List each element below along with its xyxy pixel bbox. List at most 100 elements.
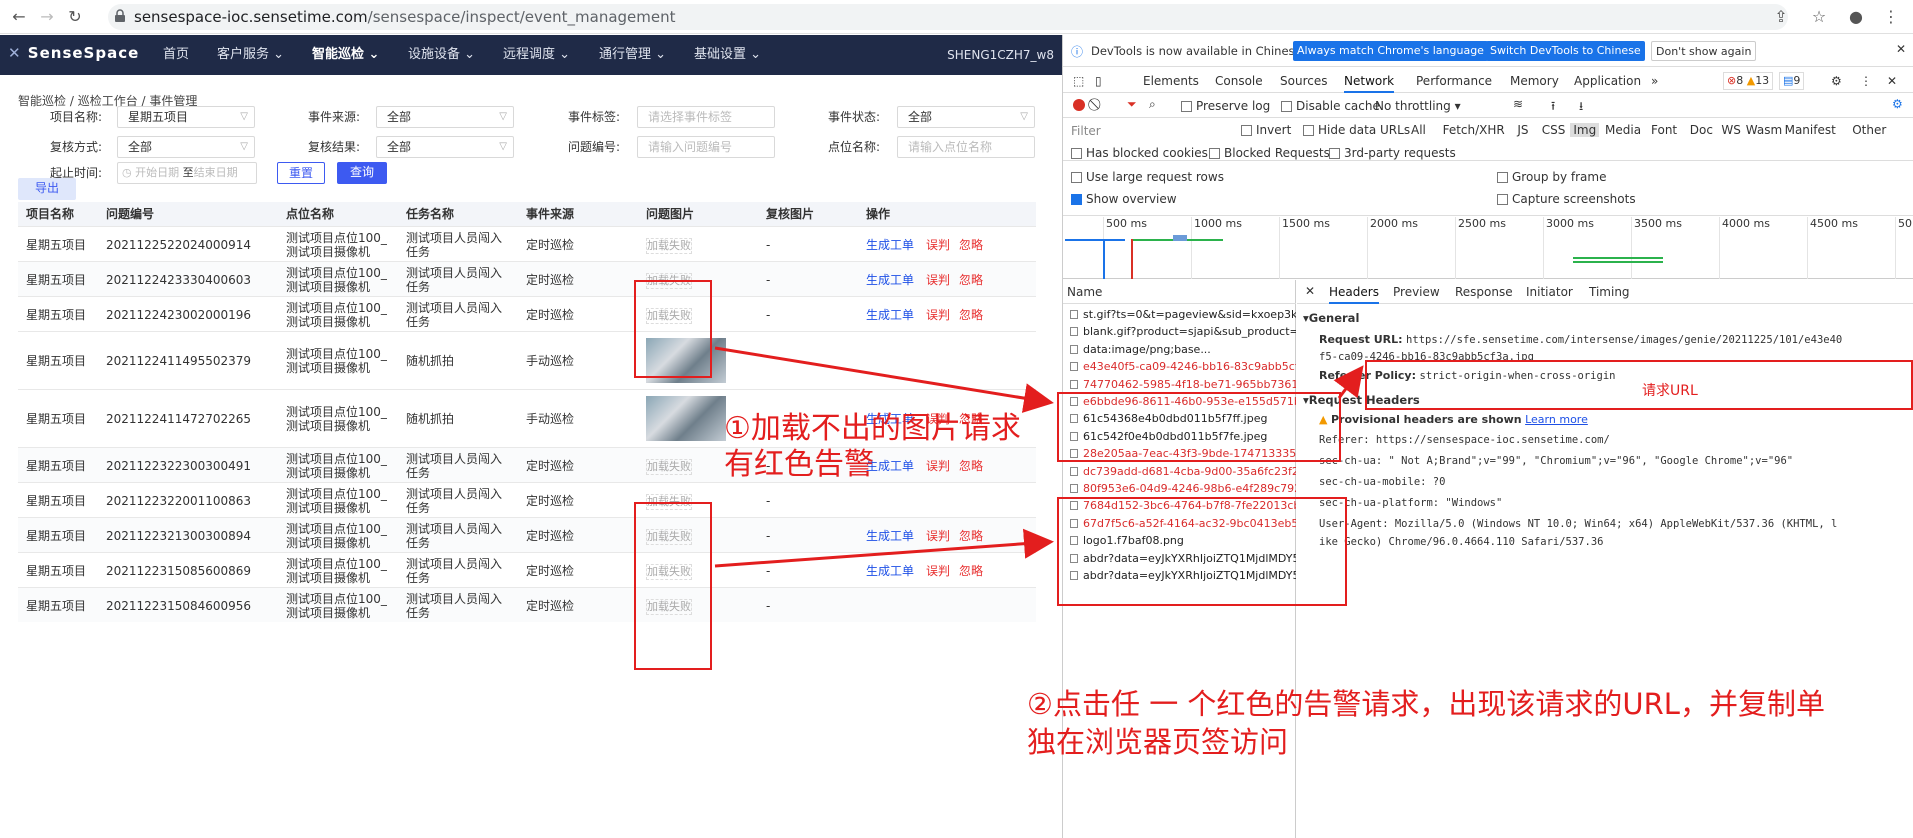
review-select[interactable]: 全部 ▽ [117,136,255,158]
upload-icon[interactable]: ⭱ [1551,97,1555,118]
more-tabs-icon[interactable]: » [1651,69,1658,93]
tab-memory[interactable]: Memory [1510,69,1559,93]
preserve-log-checkbox[interactable]: Preserve log [1181,99,1270,113]
misjudge-link[interactable]: 误判 [926,238,950,252]
type-filter-other[interactable]: Other [1849,123,1889,137]
address-bar[interactable]: sensespace-ioc.sensetime.com/sensespace/… [108,4,1788,30]
close-devtools-icon[interactable]: ✕ [1887,69,1897,93]
type-filter-fetch-xhr[interactable]: Fetch/XHR [1440,123,1508,137]
point-input[interactable]: 请输入点位名称 [897,136,1035,158]
network-overview[interactable]: 500 ms 1000 ms 1500 ms 2000 ms 2500 ms 3000 m… [1063,217,1913,279]
ignore-link[interactable]: 忽略 [959,529,983,543]
issue-counts[interactable]: ⊗8 ▲13 [1723,72,1774,90]
device-icon[interactable]: ▯ [1095,69,1102,93]
learn-more-link[interactable]: Learn more [1525,413,1588,426]
misjudge-link[interactable]: 误判 [926,273,950,287]
misjudge-link[interactable]: 误判 [926,308,950,322]
user-name[interactable]: SHENG1CZH7_w8 [947,35,1054,75]
blocked-cookies-checkbox[interactable]: Has blocked cookies [1071,146,1208,160]
type-filter-js[interactable]: JS [1514,123,1531,137]
request-row[interactable]: data:image/png;base... [1063,341,1296,358]
nav-access[interactable]: 通行管理 ⌄ [599,35,666,75]
type-filter-media[interactable]: Media [1602,123,1644,137]
query-button[interactable]: 查询 [337,162,387,184]
type-filter-manifest[interactable]: Manifest [1782,123,1839,137]
type-filter-doc[interactable]: Doc [1687,123,1716,137]
record-icon[interactable] [1073,99,1085,111]
dont-show-button[interactable]: Don't show again [1651,41,1757,61]
issue-input[interactable]: 请输入问题编号 [637,136,775,158]
tab-preview[interactable]: Preview [1393,280,1440,304]
switch-chinese-button[interactable]: Switch DevTools to Chinese [1486,41,1645,61]
network-settings-icon[interactable]: ⚙ [1892,97,1903,111]
request-row[interactable]: 74770462-5985-4f18-be71-965bb7361453.jpg [1063,376,1296,393]
capture-screenshots-checkbox[interactable]: Capture screenshots [1497,192,1636,206]
nav-customer[interactable]: 客户服务 ⌄ [217,35,284,75]
tab-elements[interactable]: Elements [1143,69,1199,93]
blocked-requests-checkbox[interactable]: Blocked Requests [1209,146,1330,160]
tab-sources[interactable]: Sources [1280,69,1327,93]
failed-image-placeholder[interactable]: 加载失败 [646,458,692,475]
nav-home[interactable]: 首页 [163,35,189,75]
project-select[interactable]: 星期五项目 ▽ [117,106,255,128]
menu-icon[interactable]: ⋮ [1880,6,1902,28]
ignore-link[interactable]: 忽略 [959,564,983,578]
status-select[interactable]: 全部 ▽ [897,106,1035,128]
third-party-checkbox[interactable]: 3rd-party requests [1329,146,1456,160]
request-row[interactable]: st.gif?ts=0&t=pageview&sid=kxoep3k4kn8&v… [1063,306,1296,323]
nav-facility[interactable]: 设施设备 ⌄ [408,35,475,75]
request-row[interactable]: e43e40f5-ca09-4246-bb16-83c9abb5cf3a.jpg [1063,358,1296,375]
event-thumbnail[interactable] [646,396,726,441]
type-filter-css[interactable]: CSS [1539,123,1569,137]
avatar-icon[interactable]: ● [1845,6,1867,28]
result-select[interactable]: 全部 ▽ [376,136,514,158]
tab-initiator[interactable]: Initiator [1526,280,1573,304]
hide-data-urls-checkbox[interactable]: Hide data URLs [1303,123,1410,137]
close-detail-icon[interactable]: ✕ [1305,284,1315,298]
export-button[interactable]: 导出 [18,178,76,200]
date-range-input[interactable]: ◷ 开始日期 至结束日期 [117,162,257,184]
nav-inspection[interactable]: 智能巡检 ⌄ [312,35,379,75]
close-icon[interactable]: ✕ [1896,42,1906,56]
generate-order-link[interactable]: 生成工单 [866,529,914,543]
inspect-icon[interactable]: ⬚ [1073,69,1084,93]
show-overview-checkbox[interactable]: Show overview [1071,192,1177,206]
tab-response[interactable]: Response [1455,280,1513,304]
share-icon[interactable]: ⇪ [1770,6,1792,28]
type-filter-all[interactable]: All [1408,123,1429,137]
filter-icon[interactable]: ⏷ [1127,97,1137,112]
reset-button[interactable]: 重置 [277,162,325,184]
gear-icon[interactable]: ⚙ [1831,69,1842,93]
type-filter-img[interactable]: Img [1570,123,1600,137]
star-icon[interactable]: ☆ [1808,6,1830,28]
general-section[interactable]: ▾General [1303,311,1359,325]
tab-performance[interactable]: Performance [1416,69,1492,93]
search-icon[interactable]: ⌕ [1149,97,1156,112]
group-frame-checkbox[interactable]: Group by frame [1497,170,1606,184]
tab-network[interactable]: Network [1344,69,1395,93]
back-icon[interactable]: ← [8,6,30,28]
generate-order-link[interactable]: 生成工单 [866,308,914,322]
request-row[interactable]: 80f953e6-04d9-4246-98b6-e4f289c79230.jpg [1063,480,1296,497]
filter-input[interactable]: Filter [1071,124,1101,138]
generate-order-link[interactable]: 生成工单 [866,238,914,252]
generate-order-link[interactable]: 生成工单 [866,273,914,287]
lock-icon[interactable] [114,9,126,23]
message-count[interactable]: ▤9 [1779,72,1805,90]
type-filter-ws[interactable]: WS [1718,123,1743,137]
request-row[interactable]: blank.gif?product=sjapi&sub_product=sjap… [1063,323,1296,340]
generate-order-link[interactable]: 生成工单 [866,564,914,578]
type-filter-wasm[interactable]: Wasm [1743,123,1785,137]
invert-checkbox[interactable]: Invert [1241,123,1291,137]
source-select[interactable]: 全部 ▽ [376,106,514,128]
large-rows-checkbox[interactable]: Use large request rows [1071,170,1224,184]
request-row[interactable]: dc739add-d681-4cba-9d00-35a6fc23f21c.jpg [1063,463,1296,480]
nav-settings[interactable]: 基础设置 ⌄ [694,35,761,75]
tab-timing[interactable]: Timing [1589,280,1630,304]
disable-cache-checkbox[interactable]: Disable cache [1281,99,1380,113]
ignore-link[interactable]: 忽略 [959,238,983,252]
misjudge-link[interactable]: 误判 [926,529,950,543]
kebab-icon[interactable]: ⋮ [1860,69,1872,93]
reload-icon[interactable]: ↻ [64,6,86,28]
match-language-button[interactable]: Always match Chrome's language [1293,41,1488,61]
